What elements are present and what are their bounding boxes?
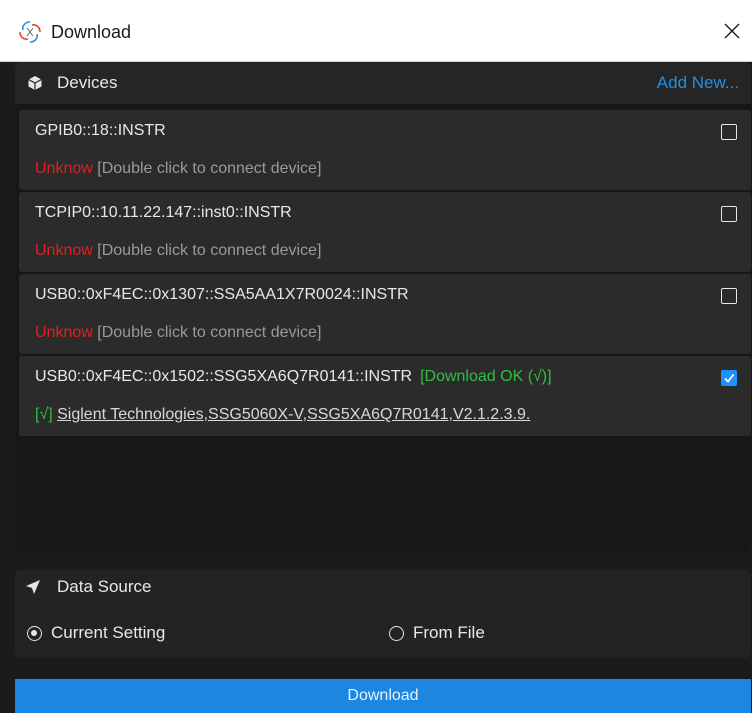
data-source-header: Data Source xyxy=(15,570,751,604)
device-state: Unknow xyxy=(35,160,93,177)
device-checkbox[interactable] xyxy=(721,288,737,304)
radio-label: From File xyxy=(413,623,485,642)
device-state: Unknow xyxy=(35,242,93,259)
device-checkbox[interactable] xyxy=(721,206,737,222)
device-address: USB0::0xF4EC::0x1307::SSA5AA1X7R0024::IN… xyxy=(35,286,409,303)
close-icon xyxy=(724,23,740,39)
window-title: Download xyxy=(51,22,132,42)
device-state: Unknow xyxy=(35,324,93,341)
device-checkbox[interactable] xyxy=(721,370,737,386)
devices-title: Devices xyxy=(57,73,118,92)
devices-header: Devices Add New... xyxy=(15,62,751,104)
cube-icon xyxy=(28,76,42,90)
device-checkbox[interactable] xyxy=(721,124,737,140)
download-status: [Download OK (√)] xyxy=(420,368,552,385)
title-bar: Download xyxy=(0,0,752,62)
device-hint: [Double click to connect device] xyxy=(97,160,322,177)
app-swirl-icon xyxy=(19,21,41,43)
device-identity-link[interactable]: Siglent Technologies,SSG5060X-V,SSG5XA6Q… xyxy=(57,406,530,423)
device-state: [√] xyxy=(35,406,53,423)
dialog-body: Devices Add New... GPIB0::18::INSTR Unkn… xyxy=(0,62,752,713)
device-status: Unknow [Double click to connect device] xyxy=(35,240,321,262)
device-hint: [Double click to connect device] xyxy=(97,324,322,341)
data-source-panel: Data Source Current Setting From File xyxy=(15,570,751,658)
download-button[interactable]: Download xyxy=(15,679,751,713)
device-row[interactable]: TCPIP0::10.11.22.147::inst0::INSTR Unkno… xyxy=(19,192,751,272)
device-row[interactable]: USB0::0xF4EC::0x1502::SSG5XA6Q7R0141::IN… xyxy=(19,356,751,436)
device-address: GPIB0::18::INSTR xyxy=(35,122,166,139)
radio-button-selected[interactable] xyxy=(27,625,42,641)
device-address-text: USB0::0xF4EC::0x1502::SSG5XA6Q7R0141::IN… xyxy=(35,368,413,385)
check-icon xyxy=(724,373,735,383)
device-address: TCPIP0::10.11.22.147::inst0::INSTR xyxy=(35,204,292,221)
close-button[interactable] xyxy=(712,8,752,54)
data-source-title: Data Source xyxy=(57,577,152,596)
devices-panel: Devices Add New... GPIB0::18::INSTR Unkn… xyxy=(15,62,751,552)
device-status: Unknow [Double click to connect device] xyxy=(35,158,321,180)
device-address: USB0::0xF4EC::0x1502::SSG5XA6Q7R0141::IN… xyxy=(35,366,552,388)
device-row[interactable]: GPIB0::18::INSTR Unknow [Double click to… xyxy=(19,110,751,190)
radio-button[interactable] xyxy=(389,625,404,641)
device-hint: [Double click to connect device] xyxy=(97,242,322,259)
radio-label: Current Setting xyxy=(51,623,166,642)
data-source-options: Current Setting From File xyxy=(15,604,751,658)
send-arrow-icon xyxy=(26,580,40,594)
device-status: [√] Siglent Technologies,SSG5060X-V,SSG5… xyxy=(35,404,530,426)
radio-current-setting[interactable]: Current Setting xyxy=(27,622,165,644)
radio-from-file[interactable]: From File xyxy=(389,622,485,644)
device-status: Unknow [Double click to connect device] xyxy=(35,322,321,344)
device-row[interactable]: USB0::0xF4EC::0x1307::SSA5AA1X7R0024::IN… xyxy=(19,274,751,354)
add-new-link[interactable]: Add New... xyxy=(657,72,739,94)
